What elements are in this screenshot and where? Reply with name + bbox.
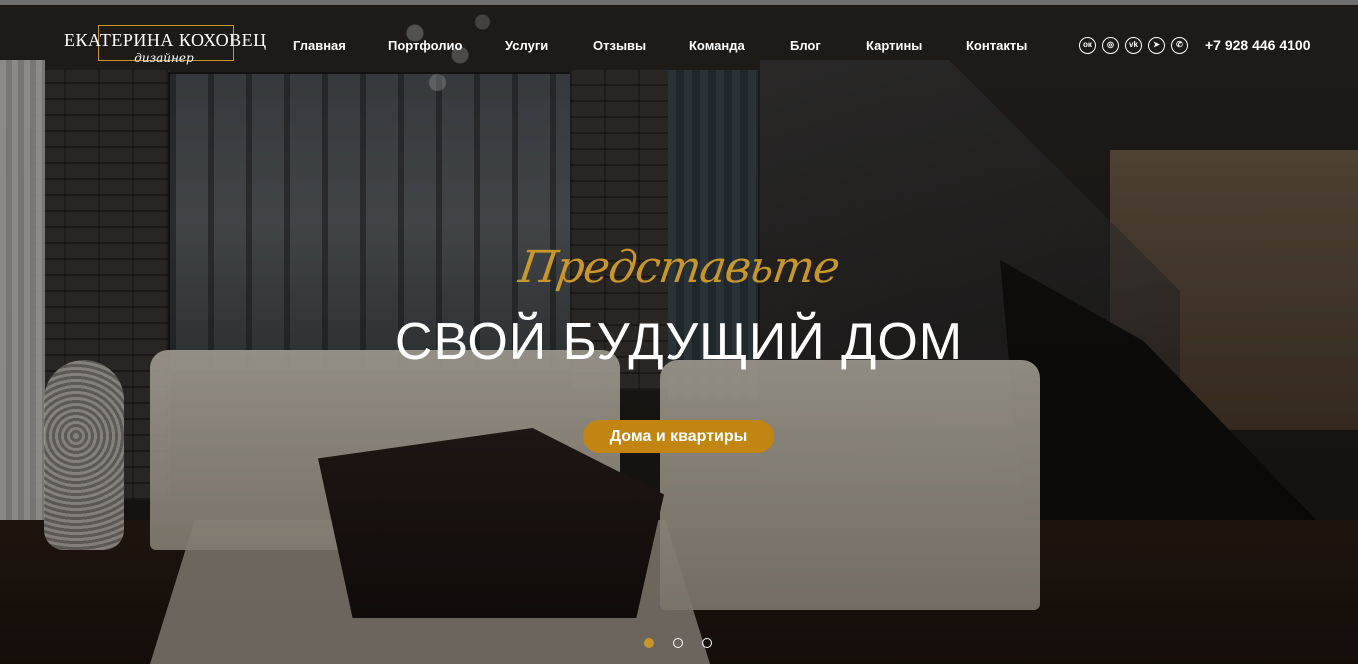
logo-subtitle: дизайнер bbox=[134, 51, 194, 65]
phone-link[interactable]: +7 928 446 4100 bbox=[1205, 37, 1311, 53]
nav-item-contacts[interactable]: Контакты bbox=[966, 38, 1027, 53]
vk-icon[interactable]: vk bbox=[1125, 37, 1142, 54]
nav-item-blog[interactable]: Блог bbox=[790, 38, 821, 53]
slider-dot[interactable] bbox=[673, 638, 683, 648]
telegram-icon[interactable]: ➤ bbox=[1148, 37, 1165, 54]
slider-dot[interactable] bbox=[644, 638, 654, 648]
odnoklassniki-icon[interactable]: ок bbox=[1079, 37, 1096, 54]
logo[interactable]: Екатерина Коховец дизайнер bbox=[64, 25, 267, 69]
logo-name: Екатерина Коховец bbox=[64, 30, 267, 50]
slider-dot[interactable] bbox=[702, 638, 712, 648]
hero-script-title: Представьте bbox=[515, 242, 843, 293]
site-header: Екатерина Коховец дизайнер Главная Портф… bbox=[0, 5, 1358, 85]
nav-item-team[interactable]: Команда bbox=[689, 38, 745, 53]
houses-apartments-button[interactable]: Дома и квартиры bbox=[583, 420, 774, 453]
nav-item-paintings[interactable]: Картины bbox=[866, 38, 922, 53]
nav-item-services[interactable]: Услуги bbox=[505, 38, 548, 53]
nav-item-home[interactable]: Главная bbox=[293, 38, 346, 53]
hero-title: СВОЙ БУДУЩИЙ ДОМ bbox=[394, 313, 964, 371]
nav-item-portfolio[interactable]: Портфолио bbox=[388, 38, 462, 53]
whatsapp-icon[interactable]: ✆ bbox=[1171, 37, 1188, 54]
nav-item-reviews[interactable]: Отзывы bbox=[593, 38, 646, 53]
instagram-icon[interactable]: ◎ bbox=[1102, 37, 1119, 54]
